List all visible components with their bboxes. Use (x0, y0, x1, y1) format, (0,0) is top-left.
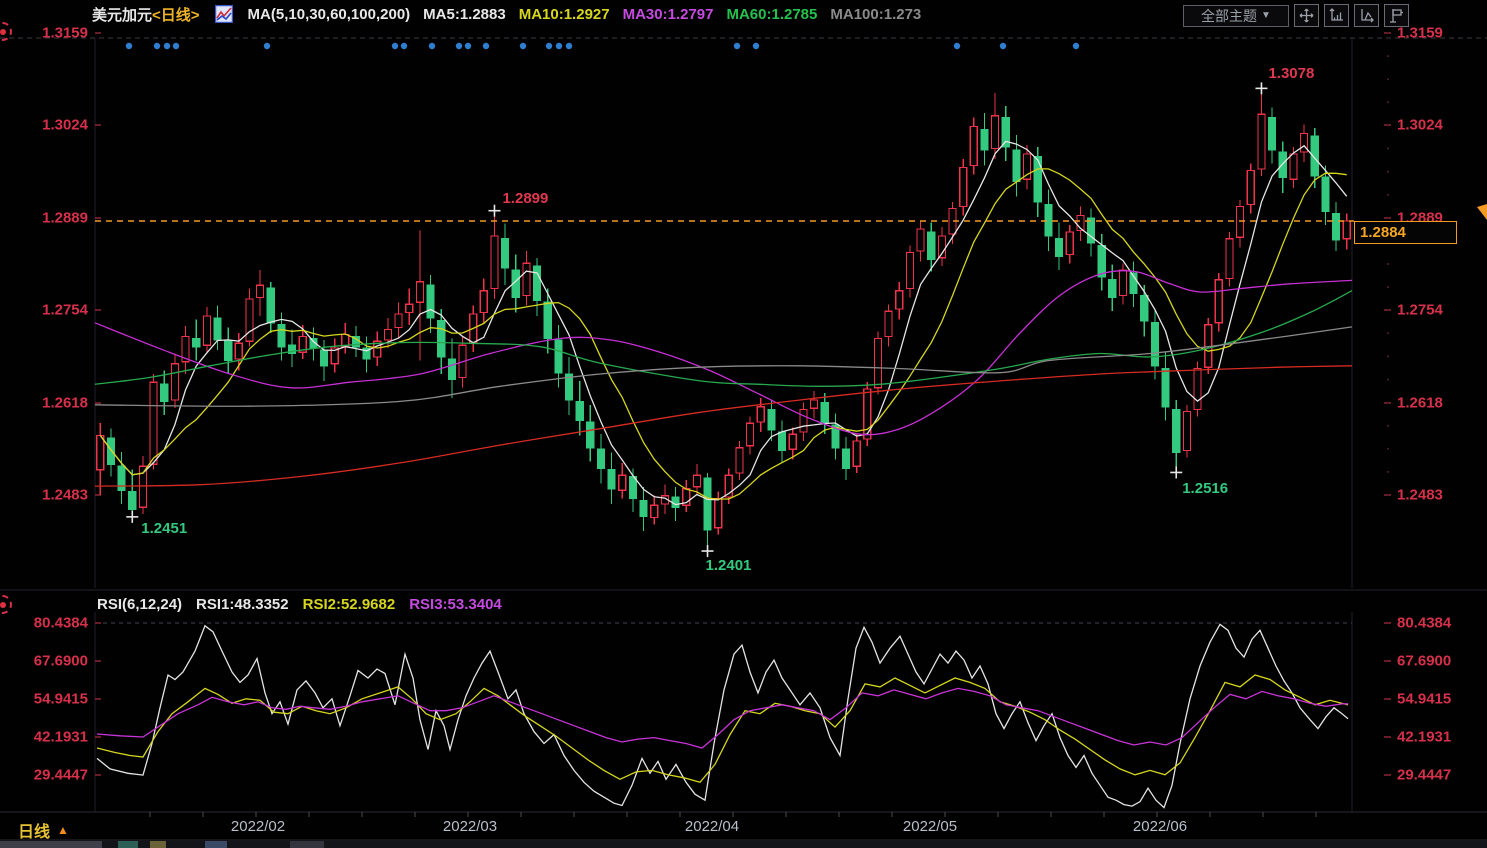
flag-icon (1389, 8, 1404, 23)
move-tool-button[interactable] (1294, 4, 1319, 27)
date-axis-label: 2022/04 (685, 818, 739, 835)
axis-scale-right-button[interactable] (1354, 4, 1379, 27)
axis-right-icon (1359, 8, 1374, 23)
price-axis-label-left: 1.3024 (0, 117, 88, 134)
price-annotation-1.2899: 1.2899 (502, 190, 548, 207)
axis-scale-left-button[interactable] (1324, 4, 1349, 27)
last-price-value: 1.2884 (1360, 224, 1406, 241)
signal-dots-layer (126, 43, 1079, 49)
period-tab-label: 日线 (18, 818, 50, 842)
rsi-axis-label-right: 54.9415 (1397, 691, 1451, 708)
price-axis-label-left: 1.2618 (0, 395, 88, 412)
theme-dropdown[interactable]: 全部主题 ▼ (1183, 5, 1289, 27)
rsi2-value-label: RSI2:52.9682 (303, 596, 396, 613)
price-axis-label-left: 1.3159 (0, 25, 88, 42)
price-axis-label-right: 1.2483 (1397, 487, 1443, 504)
rsi-axis-label-right: 29.4447 (1397, 767, 1451, 784)
rsi3-value-label: RSI3:53.3404 (409, 596, 502, 613)
rsi-axis-label-right: 80.4384 (1397, 615, 1451, 632)
price-annotation-1.2451: 1.2451 (141, 520, 187, 537)
move-cross-icon (1299, 8, 1314, 23)
rsi-lines-layer (97, 624, 1348, 807)
main-chart-header: 美元加元 <日线> MA(5,10,30,60,100,200) MA5:1.2… (0, 2, 921, 26)
price-axis-label-left: 1.2754 (0, 302, 88, 319)
ma-lines-layer (95, 141, 1352, 504)
trading-app-window: 美元加元 <日线> MA(5,10,30,60,100,200) MA5:1.2… (0, 0, 1487, 848)
date-axis-label: 2022/02 (231, 818, 285, 835)
chart-canvas (0, 0, 1487, 848)
price-annotation-1.2401: 1.2401 (706, 557, 752, 574)
bottom-status-strip (0, 841, 1487, 848)
chevron-down-icon: ▼ (1261, 10, 1271, 21)
rsi-axis-label-left: 67.6900 (0, 653, 88, 670)
toolbar-right: 全部主题 ▼ (1183, 4, 1409, 27)
mini-chart-icon[interactable] (215, 5, 233, 23)
date-axis-label: 2022/03 (443, 818, 497, 835)
price-annotation-1.3078: 1.3078 (1268, 65, 1314, 82)
theme-dropdown-label: 全部主题 (1201, 6, 1257, 26)
ma30-value-label: MA30:1.2797 (623, 6, 714, 23)
ma10-value-label: MA10:1.2927 (519, 6, 610, 23)
ma60-value-label: MA60:1.2785 (726, 6, 817, 23)
ma5-value-label: MA5:1.2883 (423, 6, 506, 23)
price-annotation-1.2516: 1.2516 (1182, 480, 1228, 497)
instrument-title: 美元加元 <日线> (92, 4, 200, 25)
price-axis-label-right: 1.2618 (1397, 395, 1443, 412)
rsi-axis-label-left: 29.4447 (0, 767, 88, 784)
price-axis-label-left: 1.2889 (0, 210, 88, 227)
ma-settings-label: MA(5,10,30,60,100,200) (248, 6, 411, 23)
triangle-up-icon: ▲ (57, 823, 69, 837)
rsi-panel-header: RSI(6,12,24) RSI1:48.3352 RSI2:52.9682 R… (97, 596, 502, 613)
rsi-axis-label-right: 42.1931 (1397, 729, 1451, 746)
rsi-axis-label-left: 80.4384 (0, 615, 88, 632)
rsi-axis-label-left: 42.1931 (0, 729, 88, 746)
price-axis-label-right: 1.2754 (1397, 302, 1443, 319)
price-axis-label-right: 1.3159 (1397, 25, 1443, 42)
date-axis-label: 2022/05 (903, 818, 957, 835)
rsi1-value-label: RSI1:48.3352 (196, 596, 289, 613)
price-axis-label-right: 1.3024 (1397, 117, 1443, 134)
period-tag: <日线> (152, 4, 200, 25)
date-axis-label: 2022/06 (1133, 818, 1187, 835)
period-selector-tab[interactable]: 日线 ▲ (18, 818, 69, 842)
ma100-value-label: MA100:1.273 (830, 6, 921, 23)
price-axis-label-left: 1.2483 (0, 487, 88, 504)
rsi-settings-label: RSI(6,12,24) (97, 596, 182, 613)
symbol-name: 美元加元 (92, 4, 152, 25)
price-flag-button[interactable] (1384, 4, 1409, 27)
rsi-axis-label-left: 54.9415 (0, 691, 88, 708)
axis-left-icon (1329, 8, 1344, 23)
rsi-axis-label-right: 67.6900 (1397, 653, 1451, 670)
last-price-box: 1.2884 (1354, 221, 1457, 244)
